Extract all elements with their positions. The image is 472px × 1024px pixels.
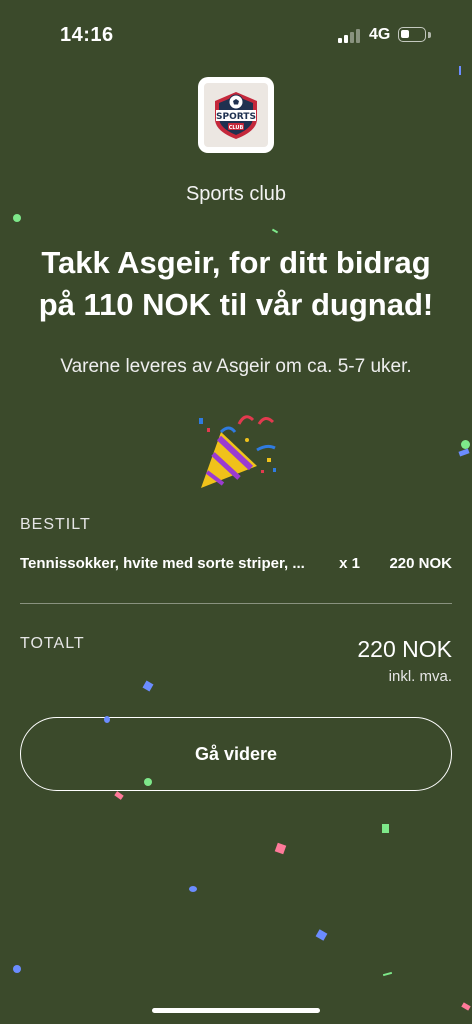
- battery-icon: [398, 27, 426, 42]
- confetti-piece: [315, 929, 328, 941]
- confetti-piece: [461, 1002, 471, 1011]
- confetti-piece: [382, 971, 393, 977]
- party-popper-icon: [199, 415, 276, 488]
- confetti-piece: [382, 824, 389, 833]
- delivery-info: Varene leveres av Asgeir om ca. 5-7 uker…: [60, 356, 412, 377]
- ordered-section-label: BESTILT: [20, 516, 91, 533]
- logo-text-line1: SPORTS: [216, 112, 256, 122]
- confetti-piece: [459, 66, 461, 75]
- status-time: 14:16: [60, 24, 114, 46]
- divider: [20, 603, 452, 604]
- confetti-piece: [274, 842, 287, 855]
- sports-club-badge-icon: SPORTS CLUB: [215, 92, 257, 139]
- network-type: 4G: [369, 26, 391, 43]
- item-price: 220 NOK: [389, 555, 452, 572]
- confetti-piece: [461, 440, 470, 449]
- confetti-piece: [13, 214, 21, 222]
- vat-note: inkl. mva.: [388, 668, 452, 685]
- confetti-piece: [114, 791, 124, 800]
- item-quantity: x 1: [339, 555, 360, 572]
- signal-icon: [338, 29, 364, 43]
- confetti-piece: [271, 228, 279, 234]
- home-indicator[interactable]: [152, 1008, 320, 1013]
- club-logo: SPORTS CLUB: [198, 77, 274, 153]
- confetti-piece: [13, 965, 21, 973]
- confetti-piece: [144, 778, 152, 786]
- club-name: Sports club: [185, 183, 287, 205]
- confetti-piece: [104, 716, 110, 723]
- status-bar: 14:16 4G: [0, 0, 472, 70]
- item-name: Tennissokker, hvite med sorte striper, .…: [20, 555, 305, 572]
- total-label: TOTALT: [20, 635, 85, 652]
- continue-button[interactable]: Gå videre: [20, 717, 452, 791]
- thank-you-headline: Takk Asgeir, for ditt bidrag på 110 NOK …: [38, 245, 434, 322]
- total-amount: 220 NOK: [357, 636, 452, 662]
- order-item-row: Tennissokker, hvite med sorte striper, .…: [20, 555, 452, 577]
- confetti-piece: [458, 448, 470, 457]
- confetti-piece: [142, 680, 154, 692]
- logo-text-line2: CLUB: [229, 125, 244, 131]
- confetti-piece: [189, 886, 197, 892]
- battery-cap: [428, 32, 431, 38]
